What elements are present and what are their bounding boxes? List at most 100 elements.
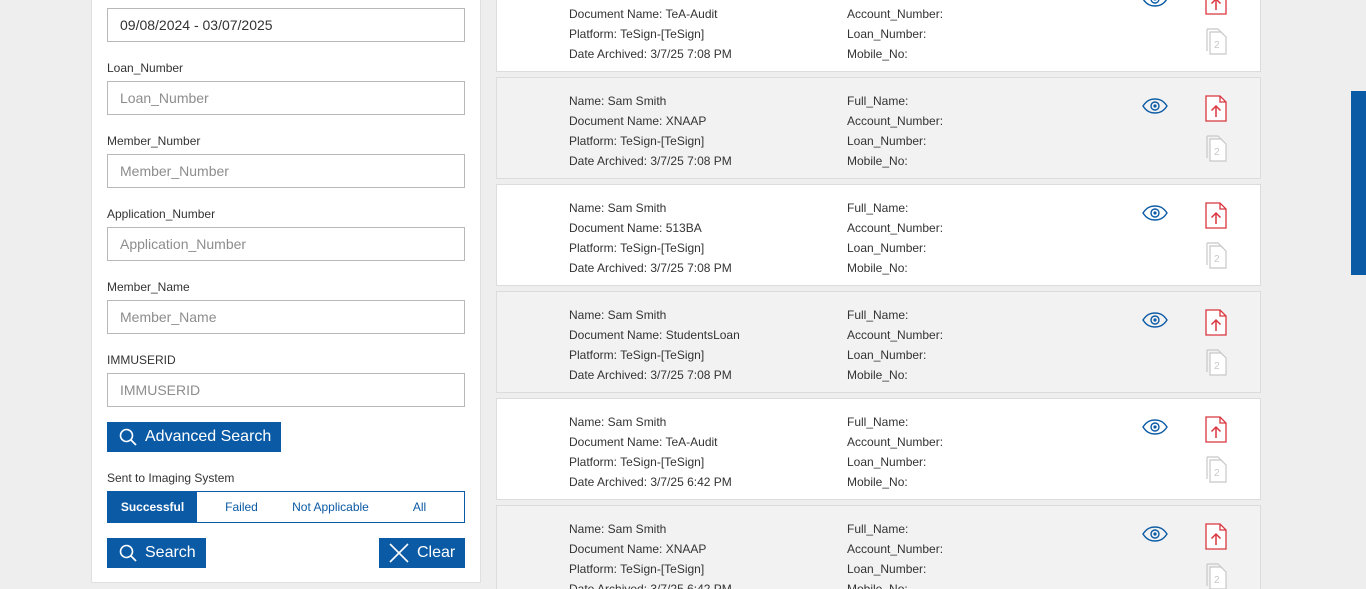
date-range-input[interactable] — [107, 8, 465, 42]
result-full-name: Full_Name: — [847, 522, 909, 536]
eye-icon[interactable] — [1142, 419, 1168, 440]
result-mobile-no: Mobile_No: — [847, 582, 908, 589]
result-account-number: Account_Number: — [847, 328, 944, 342]
result-details: Document Name: TeA-Audit Platform: TeSign… — [569, 0, 732, 64]
search-icon — [119, 428, 145, 446]
eye-icon[interactable] — [1142, 0, 1168, 12]
result-document-name: Document Name: XNAAP — [569, 114, 707, 128]
search-button[interactable]: Search — [107, 538, 206, 568]
clear-label: Clear — [417, 544, 456, 561]
result-document-name: Document Name: XNAAP — [569, 542, 707, 556]
result-identifiers: Full_Name: Account_Number: Loan_Number: Mob… — [847, 198, 943, 278]
svg-text:2: 2 — [1214, 40, 1220, 51]
immuserid-label: IMMUSERID — [107, 353, 176, 367]
result-card: Name: Sam Smith Document Name: TeA-Audit P… — [496, 398, 1261, 500]
result-loan-number: Loan_Number: — [847, 348, 927, 362]
page-count-icon[interactable]: 2 — [1206, 28, 1228, 60]
pdf-upload-icon[interactable] — [1205, 416, 1227, 448]
result-mobile-no: Mobile_No: — [847, 368, 908, 382]
pdf-upload-icon[interactable] — [1205, 309, 1227, 341]
result-full-name: Full_Name: — [847, 201, 909, 215]
result-mobile-no: Mobile_No: — [847, 154, 908, 168]
pdf-upload-icon[interactable] — [1205, 95, 1227, 127]
result-loan-number: Loan_Number: — [847, 134, 927, 148]
result-document-name: Document Name: TeA-Audit — [569, 7, 718, 21]
result-loan-number: Loan_Number: — [847, 562, 927, 576]
result-card: Name: Sam Smith Document Name: 513BA Platf… — [496, 184, 1261, 286]
result-card: Document Name: TeA-Audit Platform: TeSign… — [496, 0, 1261, 72]
pdf-upload-icon[interactable] — [1205, 202, 1227, 234]
eye-icon[interactable] — [1142, 312, 1168, 333]
imaging-system-label: Sent to Imaging System — [107, 471, 235, 485]
result-card: Name: Sam Smith Document Name: XNAAP Platf… — [496, 505, 1261, 589]
result-document-name: Document Name: TeA-Audit — [569, 435, 718, 449]
side-panel-tab[interactable] — [1351, 91, 1366, 275]
result-account-number: Account_Number: — [847, 435, 944, 449]
result-card: Name: Sam Smith Document Name: XNAAP Platf… — [496, 77, 1261, 179]
result-date-archived: Date Archived: 3/7/25 7:08 PM — [569, 261, 732, 275]
result-platform: Platform: TeSign-[TeSign] — [569, 241, 705, 255]
loan-number-input[interactable] — [107, 81, 465, 115]
member-number-label: Member_Number — [107, 134, 201, 148]
svg-text:2: 2 — [1214, 575, 1220, 586]
result-identifiers: Full_Name: Account_Number: Loan_Number: Mob… — [847, 91, 943, 171]
svg-text:2: 2 — [1214, 468, 1220, 479]
loan-number-label: Loan_Number — [107, 61, 184, 75]
imaging-option-failed[interactable]: Failed — [197, 492, 286, 522]
result-details: Name: Sam Smith Document Name: XNAAP Platf… — [569, 91, 732, 171]
imaging-option-successful[interactable]: Successful — [108, 492, 197, 522]
result-platform: Platform: TeSign-[TeSign] — [569, 134, 705, 148]
result-date-archived: Date Archived: 3/7/25 6:42 PM — [569, 475, 732, 489]
imaging-option-not-applicable[interactable]: Not Applicable — [286, 492, 375, 522]
page-count-icon[interactable]: 2 — [1206, 242, 1228, 274]
result-document-name: Document Name: 513BA — [569, 221, 702, 235]
application-number-input[interactable] — [107, 227, 465, 261]
member-name-input[interactable] — [107, 300, 465, 334]
advanced-search-label: Advanced Search — [145, 428, 272, 445]
result-account-number: Account_Number: — [847, 7, 944, 21]
result-identifiers: Full_Name: Account_Number: Loan_Number: Mob… — [847, 519, 943, 589]
result-account-number: Account_Number: — [847, 114, 944, 128]
result-account-number: Account_Number: — [847, 221, 944, 235]
result-mobile-no: Mobile_No: — [847, 261, 908, 275]
close-icon — [389, 543, 417, 563]
result-identifiers: Full_Name: Account_Number: Loan_Number: Mob… — [847, 412, 943, 492]
page-count-icon[interactable]: 2 — [1206, 563, 1228, 589]
result-name: Name: Sam Smith — [569, 415, 667, 429]
result-details: Name: Sam Smith Document Name: 513BA Platf… — [569, 198, 732, 278]
result-details: Name: Sam Smith Document Name: StudentsLo… — [569, 305, 740, 385]
result-loan-number: Loan_Number: — [847, 455, 927, 469]
result-date-archived: Date Archived: 3/7/25 7:08 PM — [569, 154, 732, 168]
page-count-icon[interactable]: 2 — [1206, 349, 1228, 381]
result-details: Name: Sam Smith Document Name: TeA-Audit P… — [569, 412, 732, 492]
svg-text:2: 2 — [1214, 361, 1220, 372]
eye-icon[interactable] — [1142, 526, 1168, 547]
member-number-input[interactable] — [107, 154, 465, 188]
pdf-upload-icon[interactable] — [1205, 523, 1227, 555]
result-date-archived: Date Archived: 3/7/25 7:08 PM — [569, 368, 732, 382]
result-platform: Platform: TeSign-[TeSign] — [569, 348, 705, 362]
eye-icon[interactable] — [1142, 98, 1168, 119]
imaging-status-toggle: Successful Failed Not Applicable All — [107, 491, 465, 523]
page-count-icon[interactable]: 2 — [1206, 456, 1228, 488]
pdf-upload-icon[interactable] — [1205, 0, 1227, 20]
result-platform: Platform: TeSign-[TeSign] — [569, 27, 705, 41]
result-name: Name: Sam Smith — [569, 94, 667, 108]
advanced-search-button[interactable]: Advanced Search — [107, 422, 281, 452]
result-name: Name: Sam Smith — [569, 201, 667, 215]
result-identifiers: Account_Number: Loan_Number: Mobile_No: — [847, 0, 943, 64]
result-loan-number: Loan_Number: — [847, 27, 927, 41]
result-loan-number: Loan_Number: — [847, 241, 927, 255]
result-document-name: Document Name: StudentsLoan — [569, 328, 740, 342]
page-count-icon[interactable]: 2 — [1206, 135, 1228, 167]
immuserid-input[interactable] — [107, 373, 465, 407]
svg-text:2: 2 — [1214, 254, 1220, 265]
result-details: Name: Sam Smith Document Name: XNAAP Platf… — [569, 519, 732, 589]
result-platform: Platform: TeSign-[TeSign] — [569, 455, 705, 469]
result-full-name: Full_Name: — [847, 415, 909, 429]
imaging-option-all[interactable]: All — [375, 492, 464, 522]
eye-icon[interactable] — [1142, 205, 1168, 226]
result-mobile-no: Mobile_No: — [847, 475, 908, 489]
clear-button[interactable]: Clear — [379, 538, 465, 568]
result-name: Name: Sam Smith — [569, 308, 667, 322]
